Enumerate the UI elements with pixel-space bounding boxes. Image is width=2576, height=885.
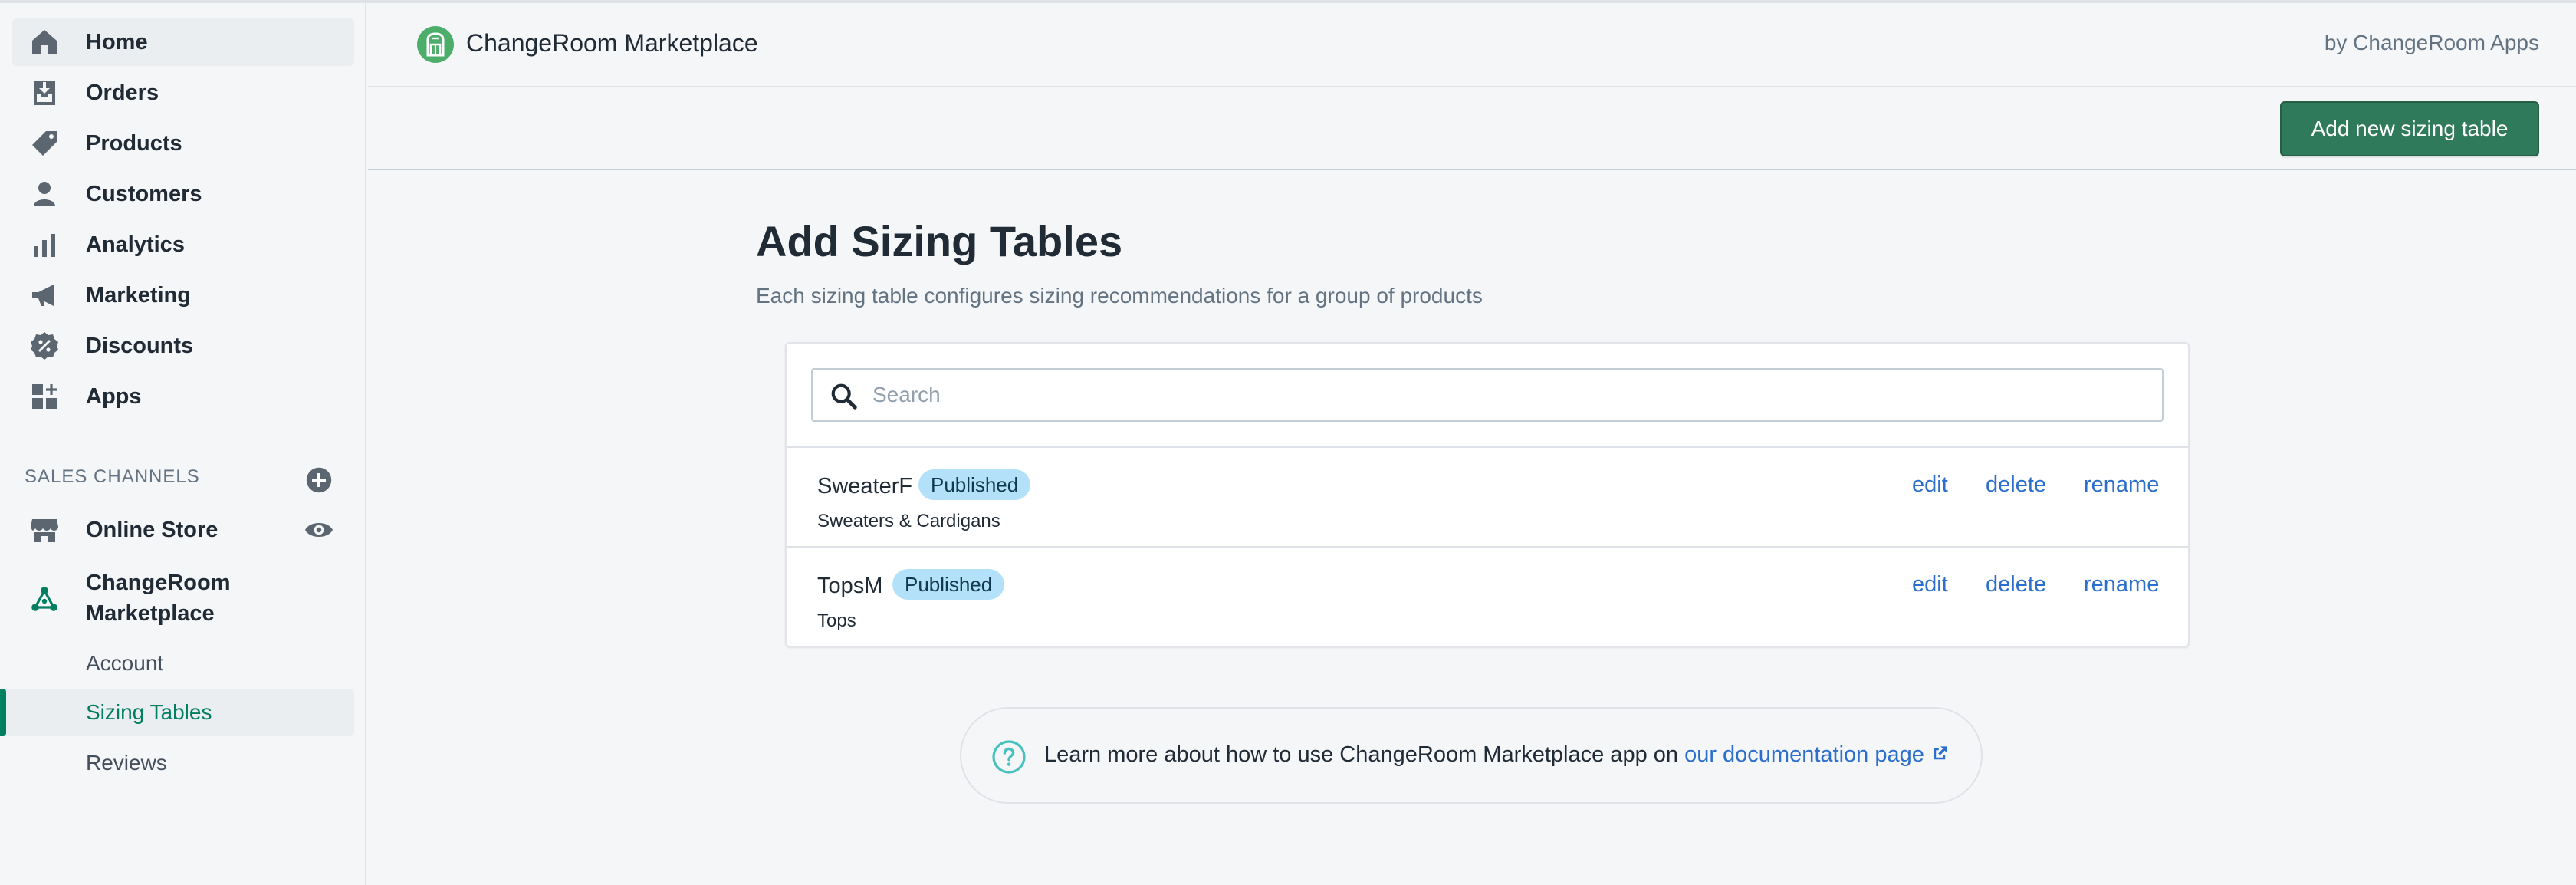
- help-text: Learn more about how to use ChangeRoom M…: [1044, 742, 1949, 768]
- sidebar-subitem-label: Reviews: [86, 751, 167, 775]
- app-header: ChangeRoom Marketplace by ChangeRoom App…: [368, 3, 2576, 87]
- sidebar-item-apps[interactable]: Apps: [12, 373, 354, 420]
- sidebar-item-customers[interactable]: Customers: [12, 170, 354, 218]
- table-row: SweaterF Published Sweaters & Cardigans …: [787, 446, 2188, 546]
- sidebar-item-label: Discounts: [86, 333, 194, 358]
- rename-link[interactable]: rename: [2084, 472, 2159, 498]
- sizing-table-name: TopsM: [817, 574, 883, 598]
- app-network-icon: [29, 584, 60, 615]
- status-badge: Published: [918, 469, 1031, 500]
- sizing-table-name: SweaterF: [817, 474, 913, 498]
- bar-chart-icon: [29, 229, 60, 260]
- help-message: Learn more about how to use ChangeRoom M…: [1044, 742, 1685, 767]
- orders-icon: [29, 77, 60, 108]
- tag-icon: [29, 128, 60, 159]
- search-field[interactable]: [811, 368, 2164, 422]
- edit-link[interactable]: edit: [1912, 472, 1948, 498]
- sidebar-item-online-store[interactable]: Online Store: [12, 506, 354, 554]
- rename-link[interactable]: rename: [2084, 572, 2159, 597]
- page-subtitle: Each sizing table configures sizing reco…: [756, 284, 1483, 308]
- sidebar-item-label: Analytics: [86, 232, 185, 257]
- sales-channels-heading: SALES CHANNELS: [25, 466, 200, 487]
- sidebar-item-home[interactable]: Home: [12, 18, 354, 66]
- page-title: Add Sizing Tables: [756, 217, 1123, 265]
- sidebar-subitem-account[interactable]: Account: [0, 640, 354, 687]
- add-sales-channel-icon[interactable]: [305, 466, 333, 494]
- sizing-table-category: Tops: [817, 610, 856, 631]
- table-row: TopsM Published Tops edit delete rename: [787, 546, 2188, 646]
- app-developer-label: by ChangeRoom Apps: [2324, 31, 2539, 54]
- sidebar-item-label: Home: [86, 29, 148, 54]
- sidebar: Home Orders Products Customers Analytics…: [0, 3, 366, 885]
- sidebar-subitem-label: Sizing Tables: [86, 700, 212, 724]
- store-icon: [29, 515, 60, 545]
- sidebar-item-label: Apps: [86, 383, 142, 409]
- delete-link[interactable]: delete: [1986, 572, 2046, 597]
- apps-icon: [29, 381, 60, 412]
- sidebar-item-discounts[interactable]: Discounts: [12, 322, 354, 370]
- sidebar-subitem-label: Account: [86, 651, 164, 675]
- edit-link[interactable]: edit: [1912, 572, 1948, 597]
- external-link-icon[interactable]: [1930, 744, 1949, 762]
- add-sizing-table-button[interactable]: Add new sizing table: [2280, 101, 2539, 156]
- status-badge: Published: [892, 569, 1005, 600]
- sidebar-item-orders[interactable]: Orders: [12, 69, 354, 117]
- sidebar-subitem-sizing-tables[interactable]: Sizing Tables: [0, 689, 354, 736]
- sidebar-subitem-reviews[interactable]: Reviews: [0, 739, 354, 787]
- eye-icon[interactable]: [304, 515, 334, 545]
- sidebar-item-label: Products: [86, 130, 182, 156]
- documentation-link-label[interactable]: our documentation page: [1684, 742, 1924, 767]
- sidebar-item-label: Orders: [86, 80, 159, 105]
- action-bar: Add new sizing table: [368, 87, 2576, 170]
- person-icon: [29, 179, 60, 209]
- sidebar-item-label: Marketing: [86, 282, 191, 308]
- sidebar-item-label: ChangeRoom Marketplace: [86, 571, 231, 626]
- question-circle-icon: [992, 740, 1026, 774]
- sidebar-item-marketing[interactable]: Marketing: [12, 271, 354, 319]
- home-icon: [29, 27, 60, 58]
- app-logo-icon: [417, 26, 454, 63]
- sidebar-item-label: Online Store: [86, 517, 219, 542]
- sidebar-item-products[interactable]: Products: [12, 120, 354, 167]
- delete-link[interactable]: delete: [1986, 472, 2046, 498]
- sidebar-item-analytics[interactable]: Analytics: [12, 221, 354, 268]
- discount-icon: [29, 331, 60, 361]
- search-input[interactable]: [872, 370, 2145, 420]
- documentation-link[interactable]: our documentation page: [1684, 742, 1949, 767]
- sizing-tables-card: SweaterF Published Sweaters & Cardigans …: [785, 342, 2190, 647]
- megaphone-icon: [29, 280, 60, 311]
- search-icon: [830, 382, 859, 411]
- sidebar-item-label: Customers: [86, 181, 202, 206]
- help-footer: Learn more about how to use ChangeRoom M…: [960, 707, 1983, 804]
- sizing-table-category: Sweaters & Cardigans: [817, 511, 1001, 531]
- app-title: ChangeRoom Marketplace: [466, 29, 758, 57]
